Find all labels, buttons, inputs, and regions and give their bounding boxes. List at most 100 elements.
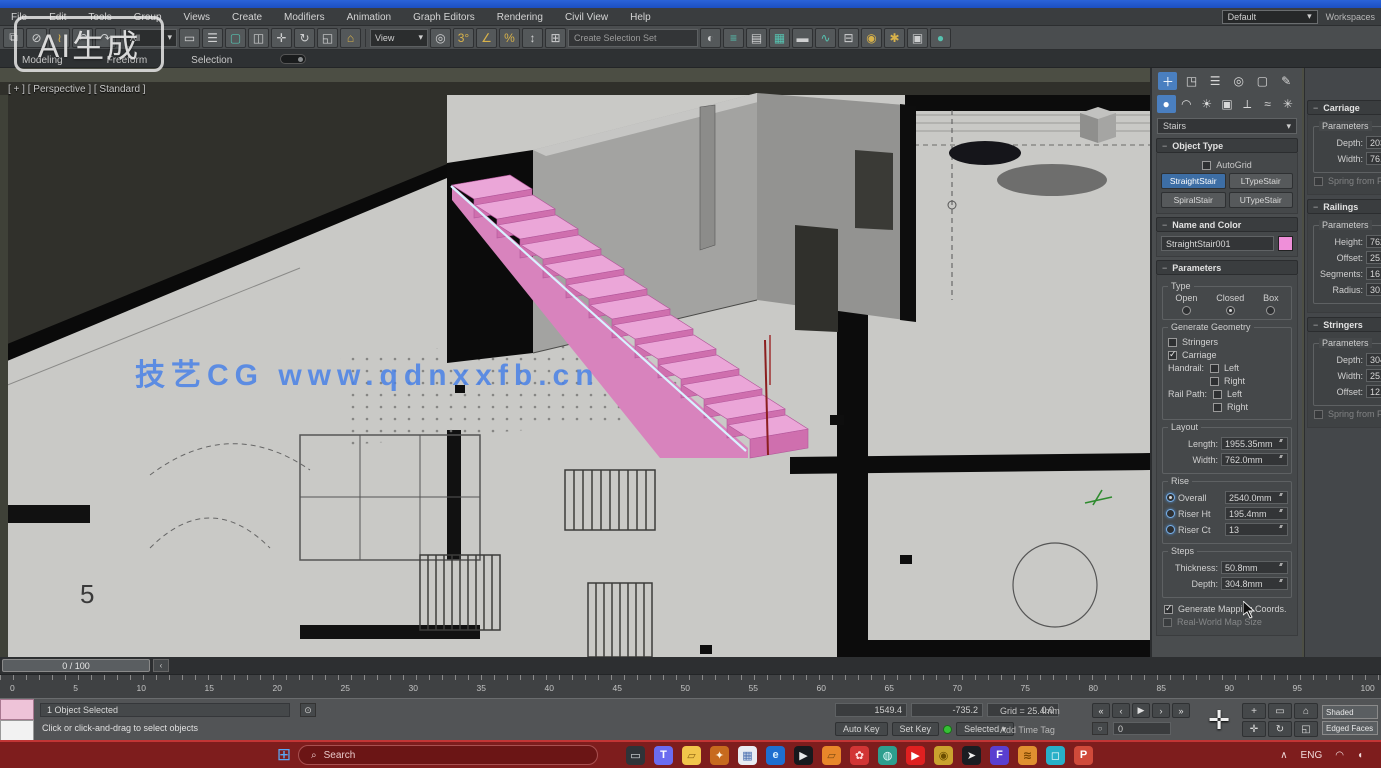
spinner-snap-icon[interactable]: ↕ — [522, 28, 543, 48]
helpers-category[interactable]: ⟂ — [1238, 95, 1257, 113]
taskbar-search[interactable]: ⌕ Search — [298, 745, 598, 765]
auto-key-button[interactable]: Auto Key — [835, 722, 888, 736]
geometry-category[interactable]: ● — [1157, 95, 1176, 113]
menu-item[interactable]: Create — [221, 12, 273, 23]
realworld-map-checkbox[interactable]: Real-World Map Size — [1163, 617, 1291, 627]
video-red[interactable]: ▶ — [906, 746, 925, 765]
layer-manager-icon[interactable]: ▤ — [746, 28, 767, 48]
shading-field[interactable]: Shaded — [1322, 705, 1378, 719]
orbit-icon[interactable]: ↻ — [1268, 721, 1292, 737]
ribbon-tab[interactable]: Selection — [169, 55, 254, 66]
menu-item[interactable]: Animation — [336, 12, 402, 23]
add-time-tag[interactable]: Add Time Tag — [1000, 725, 1055, 735]
zoom-extents-icon[interactable]: ⌂ — [1294, 703, 1318, 719]
rocket-app[interactable]: ➤ — [962, 746, 981, 765]
object-type-button[interactable]: StraightStair — [1161, 173, 1226, 189]
menu-item[interactable]: Modifiers — [273, 12, 336, 23]
value-spinner[interactable]: 304.8mm — [1366, 353, 1381, 366]
select-and-scale-icon[interactable]: ◱ — [317, 28, 338, 48]
spacewarps-category[interactable]: ≈ — [1258, 95, 1277, 113]
geometry-category-dropdown[interactable]: Stairs ▾ — [1157, 118, 1297, 134]
photos-red[interactable]: ✿ — [850, 746, 869, 765]
object-name-field[interactable]: StraightStair001 — [1161, 236, 1274, 251]
object-type-button[interactable]: LTypeStair — [1229, 173, 1294, 189]
railpath-left-checkbox[interactable]: Left — [1213, 389, 1248, 399]
start-button[interactable]: ⊞ — [270, 745, 298, 765]
pan-view-icon[interactable]: ✛ — [1200, 705, 1238, 736]
next-frame-icon[interactable]: › — [1152, 703, 1170, 718]
time-slider-step-button[interactable]: ‹ — [153, 659, 169, 672]
mirror-icon[interactable]: ◐ — [700, 28, 721, 48]
use-pivot-center-icon[interactable]: ◎ — [430, 28, 451, 48]
create-tab[interactable]: ＋ — [1158, 72, 1177, 90]
value-spinner[interactable]: 50.8mm — [1221, 561, 1288, 574]
railpath-right-checkbox[interactable]: Right — [1213, 402, 1248, 412]
render-setup-icon[interactable]: ✱ — [884, 28, 905, 48]
handrail-left-checkbox[interactable]: Left — [1210, 363, 1245, 373]
value-spinner[interactable]: 25.4mm — [1366, 251, 1381, 264]
perspective-viewport[interactable]: 5 — [0, 68, 1150, 657]
value-spinner[interactable]: 76.2mm — [1366, 152, 1381, 165]
menu-item[interactable]: Help — [619, 12, 662, 23]
maximize-viewport-icon[interactable]: ◱ — [1294, 721, 1318, 737]
zoom-icon[interactable]: + — [1242, 703, 1266, 719]
select-and-move-icon[interactable]: ✛ — [271, 28, 292, 48]
spring-from-floor-checkbox[interactable]: Spring from Floor — [1314, 176, 1381, 186]
value-spinner[interactable]: 1955.35mm — [1221, 437, 1288, 450]
value-spinner[interactable]: 30.5mm — [1366, 283, 1381, 296]
select-and-rotate-icon[interactable]: ↻ — [294, 28, 315, 48]
shapes-category[interactable]: ◠ — [1177, 95, 1196, 113]
rollout-header[interactable]: Object Type — [1156, 138, 1298, 153]
ribbon-toggle-icon[interactable]: ▬ — [792, 28, 813, 48]
current-frame-field[interactable]: 0 — [1113, 722, 1171, 735]
go-to-end-icon[interactable]: » — [1172, 703, 1190, 718]
rise-radio[interactable] — [1166, 525, 1175, 534]
stair-type-radio[interactable]: Box — [1263, 293, 1279, 315]
go-to-start-icon[interactable]: « — [1092, 703, 1110, 718]
value-spinner[interactable]: 304.8mm — [1221, 577, 1288, 590]
object-type-button[interactable]: SpiralStair — [1161, 192, 1226, 208]
viewport-canvas[interactable]: 5 — [0, 68, 1150, 657]
value-spinner[interactable]: 16 — [1366, 267, 1381, 280]
file-explorer[interactable]: ▱ — [682, 746, 701, 765]
value-spinner[interactable]: 2540.0mm — [1225, 491, 1288, 504]
modify-tab[interactable]: ◳ — [1182, 72, 1201, 90]
percent-snap-icon[interactable]: % — [499, 28, 520, 48]
value-spinner[interactable]: 25.4mm — [1366, 369, 1381, 382]
time-slider[interactable]: 0 / 100 — [2, 659, 150, 672]
handrail-right-checkbox[interactable]: Right — [1210, 376, 1245, 386]
named-selection-field[interactable]: Create Selection Set — [568, 29, 698, 47]
schematic-view-icon[interactable]: ⊟ — [838, 28, 859, 48]
value-spinner[interactable]: 12.7mm — [1366, 385, 1381, 398]
chat-teal-app[interactable]: ◻ — [1046, 746, 1065, 765]
spring-from-floor-checkbox[interactable]: Spring from Floor — [1314, 409, 1381, 419]
media-player[interactable]: ▶ — [794, 746, 813, 765]
systems-category[interactable]: ✳ — [1278, 95, 1297, 113]
orange-app[interactable]: ✦ — [710, 746, 729, 765]
ribbon-minimize-toggle[interactable] — [280, 54, 306, 64]
rise-radio[interactable] — [1166, 509, 1175, 518]
key-mode-toggle[interactable]: ○ — [1092, 722, 1108, 735]
object-type-button[interactable]: UTypeStair — [1229, 192, 1294, 208]
maxscript-mini-listener[interactable] — [0, 699, 34, 741]
generate-mapping-checkbox[interactable]: Generate Mapping Coords. — [1164, 604, 1290, 614]
menu-item[interactable]: Views — [173, 12, 222, 23]
pan-icon[interactable]: ✛ — [1242, 721, 1266, 737]
select-by-name-icon[interactable]: ☰ — [202, 28, 223, 48]
stringers-checkbox[interactable]: Stringers — [1168, 337, 1286, 347]
calendar-app[interactable]: ▦ — [738, 746, 757, 765]
ime-indicator[interactable]: ENG — [1301, 750, 1323, 761]
rectangular-selection-icon[interactable]: ▢ — [225, 28, 246, 48]
value-spinner[interactable]: 762.0mm — [1366, 235, 1381, 248]
carriage-checkbox[interactable]: Carriage — [1168, 350, 1286, 360]
hierarchy-tab[interactable]: ☰ — [1206, 72, 1225, 90]
rise-radio[interactable] — [1166, 493, 1175, 502]
select-and-place-icon[interactable]: ⌂ — [340, 28, 361, 48]
coordinate-x-field[interactable]: 1549.4 — [835, 703, 907, 717]
angle-snap-icon[interactable]: ∠ — [476, 28, 497, 48]
workspace-dropdown[interactable]: Default▾ — [1222, 10, 1318, 24]
track-bar[interactable]: 0510152025303540455055606570758085909510… — [0, 674, 1381, 698]
rollout-header[interactable]: Name and Color — [1156, 217, 1298, 232]
value-spinner[interactable]: 762.0mm — [1221, 453, 1288, 466]
viewport-label[interactable]: [ + ] [ Perspective ] [ Standard ] — [8, 84, 146, 95]
